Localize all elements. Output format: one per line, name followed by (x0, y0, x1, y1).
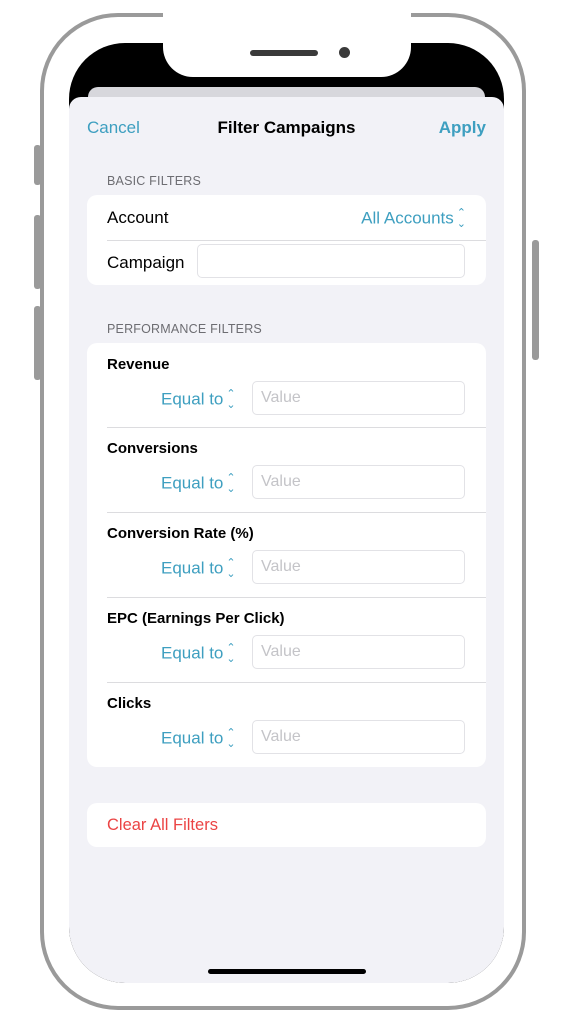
conversion-rate-value-input[interactable] (252, 550, 465, 584)
performance-filters-card: Revenue Equal to⌃⌄ Conversions Equal to⌃… (87, 343, 486, 767)
clicks-filter-row: Clicks Equal to ⌃ ⌄ (87, 683, 486, 767)
chevron-up-down-icon: ⌃ ⌄ (456, 207, 466, 230)
operator-value: Equal to (161, 643, 224, 663)
operator-value: Equal to (161, 389, 224, 409)
conversions-value-input[interactable] (252, 465, 465, 499)
revenue-label: Revenue (107, 356, 170, 373)
conversion-rate-operator-picker[interactable]: Equal to ⌃ ⌄ (161, 558, 236, 580)
operator-value: Equal to (161, 728, 224, 748)
clicks-value-input[interactable] (252, 720, 465, 754)
clear-all-filters-label: Clear All Filters (107, 816, 218, 834)
conversion-rate-filter-row: Conversion Rate (%) Equal to ⌃ ⌄ (87, 513, 486, 597)
epc-filter-row: EPC (Earnings Per Click) Equal to ⌃ ⌄ (87, 598, 486, 682)
basic-filters-card: Account All Accounts ⌃ ⌄ Campaign (87, 195, 486, 285)
filter-sheet: Cancel Filter Campaigns Apply BASIC FILT… (69, 97, 504, 983)
campaign-row: Campaign (87, 241, 486, 285)
epc-value-input[interactable] (252, 635, 465, 669)
power-button (532, 240, 539, 360)
conversion-rate-label: Conversion Rate (%) (107, 525, 254, 542)
chevron-up-down-icon: ⌃ ⌄ (226, 472, 236, 495)
revenue-filter-row: Revenue Equal to ⌃ ⌄ (87, 343, 486, 427)
notch (163, 13, 411, 77)
basic-filters-header: BASIC FILTERS (107, 174, 202, 188)
nav-bar: Cancel Filter Campaigns Apply (69, 113, 504, 143)
front-camera (339, 47, 350, 58)
speaker-grille (250, 50, 318, 56)
clear-all-filters-button[interactable]: Clear All Filters (87, 803, 486, 847)
chevron-up-down-icon: ⌃ ⌄ (226, 642, 236, 665)
operator-value: Equal to (161, 473, 224, 493)
campaign-input[interactable] (197, 244, 465, 278)
clicks-label: Clicks (107, 695, 152, 712)
mute-switch (34, 145, 41, 185)
chevron-up-down-icon: ⌃ ⌄ (226, 557, 236, 580)
volume-down-button (34, 306, 41, 380)
revenue-operator-picker[interactable]: Equal to ⌃ ⌄ (161, 389, 236, 411)
conversions-filter-row: Conversions Equal to ⌃ ⌄ (87, 428, 486, 512)
account-label: Account (107, 208, 169, 227)
volume-up-button (34, 215, 41, 289)
apply-button[interactable]: Apply (439, 118, 486, 138)
campaign-label: Campaign (107, 253, 185, 272)
account-row: Account All Accounts ⌃ ⌄ (87, 195, 486, 240)
chevron-up-down-icon: ⌃ ⌄ (226, 388, 236, 411)
epc-label: EPC (Earnings Per Click) (107, 610, 285, 627)
account-picker-value: All Accounts (361, 208, 454, 228)
revenue-value-input[interactable] (252, 381, 465, 415)
home-indicator (208, 969, 366, 974)
performance-filters-header: PERFORMANCE FILTERS (107, 322, 262, 336)
conversions-label: Conversions (107, 440, 198, 457)
chevron-up-down-icon: ⌃ ⌄ (226, 727, 236, 750)
conversions-operator-picker[interactable]: Equal to ⌃ ⌄ (161, 473, 236, 495)
account-picker[interactable]: All Accounts ⌃ ⌄ (361, 208, 466, 230)
epc-operator-picker[interactable]: Equal to ⌃ ⌄ (161, 643, 236, 665)
operator-value: Equal to (161, 558, 224, 578)
clicks-operator-picker[interactable]: Equal to ⌃ ⌄ (161, 728, 236, 750)
